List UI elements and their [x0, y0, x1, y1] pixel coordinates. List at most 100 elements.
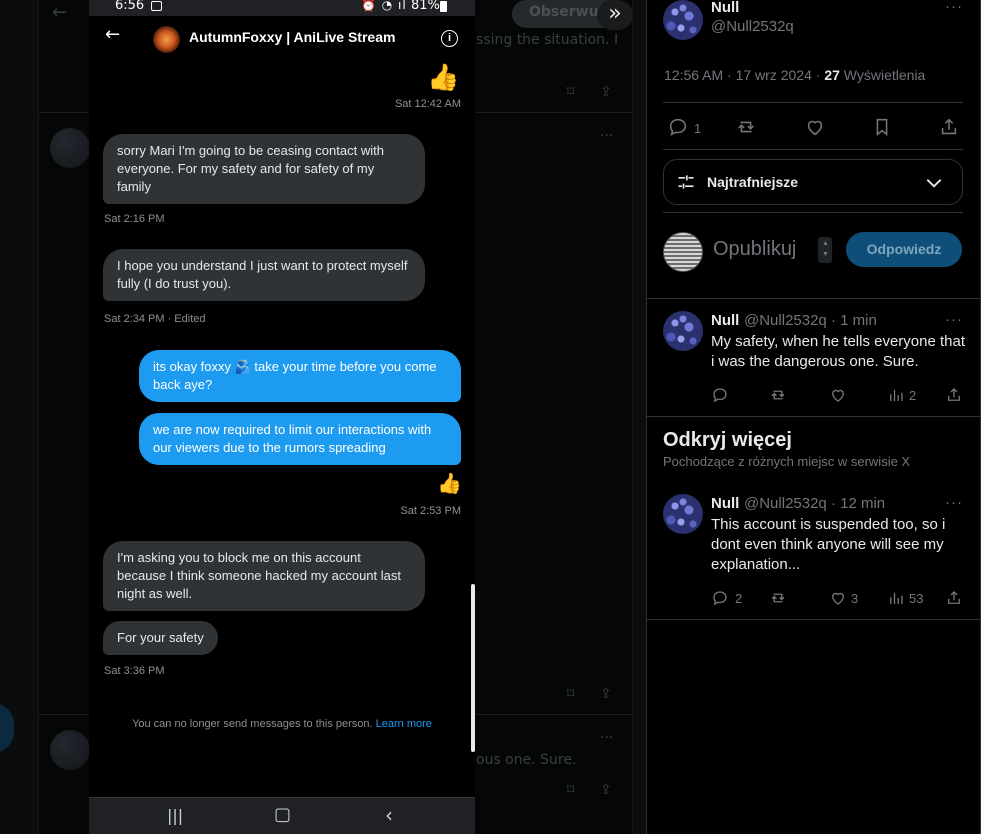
- timestamp: Sat 2:34 PM · Edited: [104, 313, 206, 325]
- reply-icon[interactable]: [711, 386, 729, 409]
- like-icon[interactable]: [804, 116, 826, 143]
- views-count: 2: [909, 388, 917, 403]
- reply-author-meta[interactable]: @Null2532q · 1 min: [744, 312, 877, 329]
- back-arrow-icon[interactable]: ←: [105, 24, 120, 45]
- chat-scrollbar[interactable]: [471, 584, 475, 752]
- background-share-icon: ⇪: [600, 84, 612, 100]
- sort-dropdown[interactable]: Najtrafniejsze: [663, 159, 963, 205]
- background-avatar-2: [50, 730, 90, 770]
- repost-icon[interactable]: [769, 386, 787, 409]
- background-avatar: [50, 128, 90, 168]
- contact-avatar[interactable]: [153, 26, 180, 53]
- background-share-icon-3: ⇪: [600, 782, 612, 798]
- background-compose-button: [0, 703, 14, 753]
- notice-text: You can no longer send messages to this …: [132, 718, 373, 730]
- background-more-icon-2: ···: [600, 730, 614, 746]
- background-snippet-top: ssing the situation. I: [476, 32, 619, 48]
- share-icon[interactable]: [945, 386, 963, 409]
- home-icon[interactable]: ▢: [274, 804, 291, 825]
- divider: [647, 619, 980, 620]
- reply-author-avatar[interactable]: [663, 311, 703, 351]
- background-share-icon-2: ⇪: [600, 686, 612, 702]
- author-avatar[interactable]: [663, 0, 703, 40]
- timestamp: Sat 2:16 PM: [104, 213, 165, 225]
- more-options-icon[interactable]: ···: [945, 311, 963, 328]
- timestamp: Sat 2:53 PM: [400, 505, 461, 517]
- post-detail-panel: Null @Null2532q ··· 12:56 AM · 17 wrz 20…: [646, 0, 981, 834]
- reply-text: My safety, when he tells everyone that i…: [711, 333, 966, 370]
- more-options-icon[interactable]: ···: [945, 494, 963, 511]
- battery-icon: [440, 1, 447, 12]
- repost-icon[interactable]: [769, 589, 787, 612]
- views-count: 53: [909, 591, 924, 606]
- reply-author-name[interactable]: Null: [711, 312, 739, 329]
- background-bookmark-icon-2: ⌑: [567, 686, 575, 702]
- thumbs-up-emoji-icon: 👍: [427, 62, 460, 92]
- more-options-icon[interactable]: ···: [945, 0, 963, 15]
- reply-input[interactable]: Opublikuj: [713, 238, 796, 261]
- reply-button[interactable]: Odpowiedz: [846, 232, 962, 267]
- status-icons: ⏰ ◔ ıl: [361, 0, 407, 12]
- reply-icon[interactable]: [711, 589, 729, 612]
- reply-icon[interactable]: [667, 116, 689, 143]
- android-nav-bar: ||| ▢ ‹: [89, 797, 475, 834]
- reply-author-avatar[interactable]: [663, 494, 703, 534]
- reply-author-name[interactable]: Null: [711, 495, 739, 512]
- sort-label: Najtrafniejsze: [707, 174, 799, 190]
- author-name[interactable]: Null: [711, 0, 739, 16]
- like-count: 3: [851, 591, 859, 606]
- back-nav-icon[interactable]: ‹: [385, 803, 393, 827]
- bookmark-icon[interactable]: [871, 116, 893, 143]
- current-user-avatar[interactable]: [663, 232, 703, 272]
- sliders-icon: [678, 175, 694, 189]
- contact-name[interactable]: AutumnFoxxy | AniLive Stream: [189, 29, 395, 45]
- message-bubble-outgoing[interactable]: we are now required to limit our interac…: [139, 413, 461, 465]
- info-icon[interactable]: i: [441, 30, 458, 47]
- scroll-stepper[interactable]: ▲ ▼: [818, 237, 832, 263]
- repost-icon[interactable]: [735, 116, 757, 143]
- share-icon[interactable]: [938, 116, 960, 143]
- like-icon[interactable]: [829, 386, 847, 409]
- divider: [663, 102, 963, 103]
- divider: [663, 212, 963, 213]
- discover-subtitle: Pochodzące z różnych miejsc w serwisie X: [663, 454, 911, 469]
- background-bookmark-icon: ⌑: [567, 84, 575, 100]
- discover-title: Odkryj więcej: [663, 429, 792, 451]
- message-bubble-incoming[interactable]: sorry Mari I'm going to be ceasing conta…: [103, 134, 425, 204]
- divider: [663, 149, 963, 150]
- background-back-icon: ←: [52, 2, 68, 23]
- cannot-message-notice: You can no longer send messages to this …: [89, 718, 475, 730]
- gallery-notification-icon: [151, 1, 162, 11]
- message-thread: 👍 Sat 12:42 AM sorry Mari I'm going to b…: [89, 64, 475, 797]
- message-bubble-incoming[interactable]: I'm asking you to block me on this accou…: [103, 541, 425, 611]
- thumbs-up-emoji-icon: 👍: [437, 473, 462, 495]
- battery-percent: 81%: [411, 0, 440, 13]
- views-icon[interactable]: [887, 589, 905, 612]
- reply-text: This account is suspended too, so i dont…: [711, 516, 946, 573]
- message-bubble-outgoing[interactable]: its okay foxxy 🫂 take your time before y…: [139, 350, 461, 402]
- post-time[interactable]: 12:56 AM · 17 wrz 2024 ·: [664, 67, 824, 83]
- screen: ← Obserwuj ssing the situation. I ⌑ ⇪ ··…: [0, 0, 981, 834]
- recent-apps-icon[interactable]: |||: [167, 806, 183, 825]
- expand-panel-button[interactable]: »: [597, 0, 633, 30]
- message-bubble-incoming[interactable]: For your safety: [103, 621, 218, 655]
- background-bookmark-icon-3: ⌑: [567, 782, 575, 798]
- author-handle[interactable]: @Null2532q: [711, 18, 794, 35]
- timestamp: Sat 12:42 AM: [394, 98, 461, 110]
- background-more-icon: ···: [600, 128, 614, 144]
- share-icon[interactable]: [945, 589, 963, 612]
- views-label: Wyświetlenia: [843, 67, 926, 83]
- chevron-down-icon: [926, 179, 942, 188]
- like-icon[interactable]: [829, 589, 847, 612]
- message-bubble-incoming[interactable]: I hope you understand I just want to pro…: [103, 249, 425, 301]
- reply-count: 1: [694, 121, 702, 136]
- status-bar: 6:56 ⏰ ◔ ıl 81%: [89, 0, 475, 16]
- chat-header: ← AutumnFoxxy | AniLive Stream i: [89, 16, 475, 64]
- timestamp: Sat 3:36 PM: [104, 665, 165, 677]
- divider: [647, 298, 980, 299]
- background-snippet-bottom: ous one. Sure.: [476, 752, 577, 768]
- reply-count: 2: [735, 591, 743, 606]
- learn-more-link[interactable]: Learn more: [376, 718, 432, 730]
- views-icon[interactable]: [887, 386, 905, 409]
- reply-author-meta[interactable]: @Null2532q · 12 min: [744, 495, 885, 512]
